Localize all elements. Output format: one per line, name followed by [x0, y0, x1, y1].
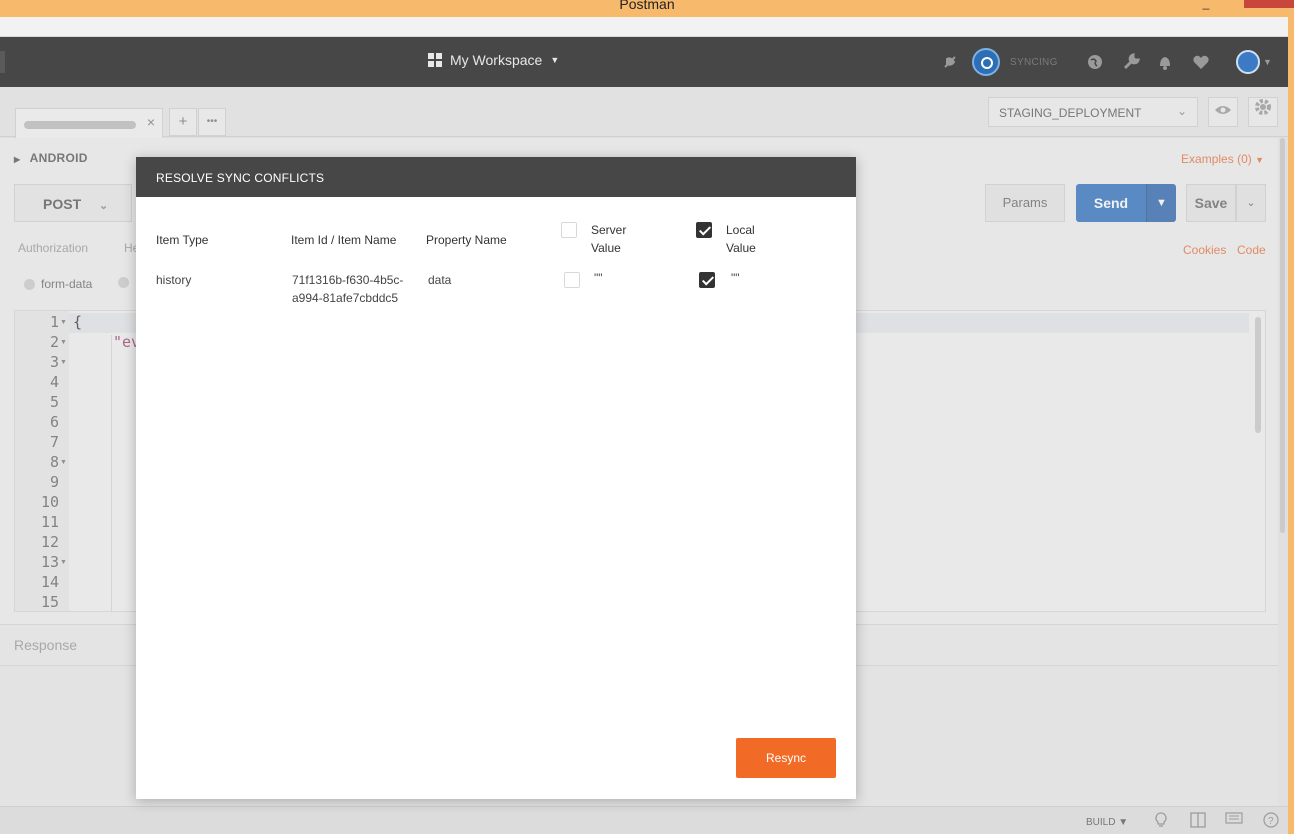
workspace-grid-icon: [428, 53, 442, 67]
dialog-title: RESOLVE SYNC CONFLICTS: [136, 157, 856, 197]
bell-icon[interactable]: [1154, 51, 1176, 73]
row-server-value: "": [594, 271, 603, 285]
local-value-select-all-checkbox[interactable]: [696, 222, 712, 238]
server-value-select-all-checkbox[interactable]: [561, 222, 577, 238]
col-server-line2: Value: [591, 241, 621, 255]
col-server-line1: Server: [591, 223, 627, 237]
row-item-id-line1: 71f1316b-f630-4b5c-: [292, 273, 404, 287]
row-item-id: 71f1316b-f630-4b5c- a994-81afe7cbddc5: [292, 271, 403, 307]
header-left-button[interactable]: [0, 51, 5, 73]
minimize-button[interactable]: _: [1198, 0, 1214, 10]
row-server-value-checkbox[interactable]: [564, 272, 580, 288]
col-local-line2: Value: [726, 241, 756, 255]
avatar[interactable]: [1236, 50, 1260, 74]
row-item-type: history: [156, 273, 192, 287]
workspace-switcher[interactable]: My Workspace ▼: [428, 52, 559, 68]
resolve-sync-conflicts-dialog: RESOLVE SYNC CONFLICTS Item Type Item Id…: [136, 157, 856, 799]
resync-button[interactable]: Resync: [736, 738, 836, 778]
col-item-id: Item Id / Item Name: [291, 233, 397, 247]
menu-bar: [0, 17, 1288, 37]
satellite-icon[interactable]: [940, 51, 962, 73]
col-local-value: Local Value: [726, 221, 756, 257]
row-local-value-checkbox[interactable]: [699, 272, 715, 288]
window-titlebar: Postman _: [0, 0, 1294, 17]
workspace-label: My Workspace: [450, 52, 543, 68]
globe-icon[interactable]: [1084, 51, 1106, 73]
chevron-down-icon[interactable]: ▼: [1263, 57, 1272, 67]
window-border: [1288, 17, 1294, 834]
col-server-value: Server Value: [591, 221, 626, 257]
close-window-button[interactable]: [1244, 0, 1294, 8]
app-header: My Workspace ▼ SYNCING ▼: [0, 37, 1288, 87]
heart-icon[interactable]: [1190, 51, 1212, 73]
sync-status: SYNCING: [1010, 57, 1058, 68]
row-item-id-line2: a994-81afe7cbddc5: [292, 291, 399, 305]
col-property-name: Property Name: [426, 233, 507, 247]
col-item-type: Item Type: [156, 233, 209, 247]
window-title: Postman: [619, 0, 675, 12]
row-property-name: data: [428, 273, 452, 287]
wrench-icon[interactable]: [1120, 51, 1142, 73]
row-local-value: "": [731, 271, 740, 285]
chevron-down-icon: ▼: [550, 55, 560, 65]
col-local-line1: Local: [726, 223, 755, 237]
sync-icon[interactable]: [972, 48, 1000, 76]
